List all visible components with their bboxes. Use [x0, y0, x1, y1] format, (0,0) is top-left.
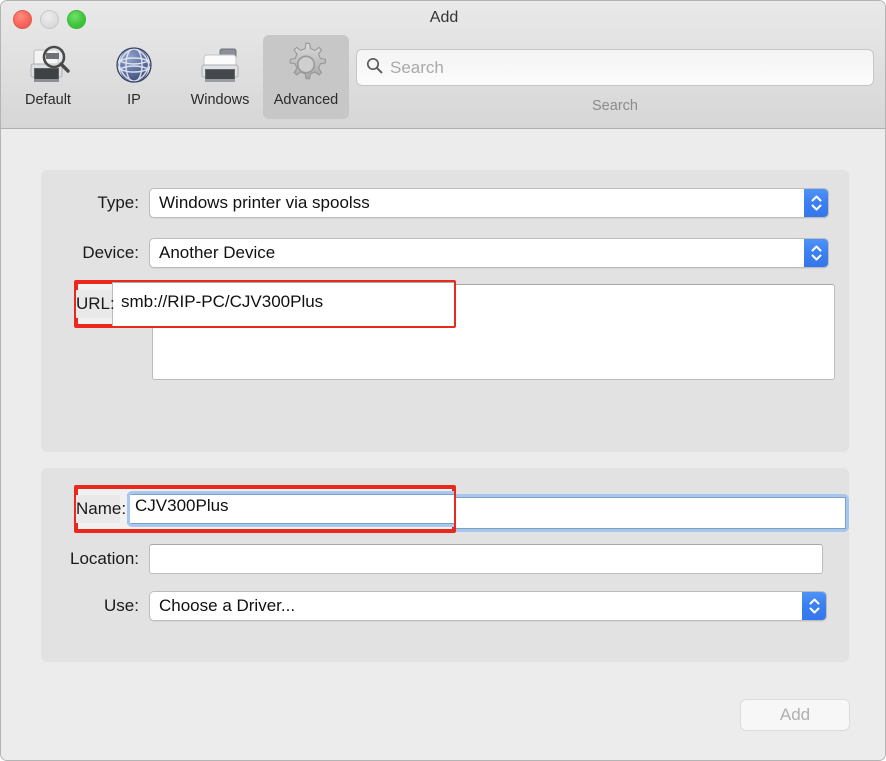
search-caption: Search [356, 98, 874, 114]
use-label: Use: [51, 596, 149, 616]
use-popup-button[interactable]: Choose a Driver... [149, 591, 827, 621]
window-titlebar: Add Default [1, 1, 886, 129]
device-stepper[interactable] [804, 239, 828, 267]
url-highlight-label: URL: [76, 290, 112, 318]
tab-windows-label: Windows [191, 93, 250, 108]
url-highlight-value: smb://RIP-PC/CJV300Plus [121, 292, 323, 312]
tab-advanced-label: Advanced [274, 93, 339, 108]
location-input[interactable] [149, 544, 823, 574]
use-row: Use: Choose a Driver... [51, 591, 827, 621]
network-globe-icon [110, 39, 158, 91]
tab-default[interactable]: Default [5, 35, 91, 119]
tab-advanced[interactable]: Advanced [263, 35, 349, 119]
type-row: Type: Windows printer via spoolss [51, 188, 829, 218]
type-popup-button[interactable]: Windows printer via spoolss [149, 188, 829, 218]
window-title: Add [1, 9, 886, 27]
tab-ip[interactable]: IP [91, 35, 177, 119]
add-button[interactable]: Add [740, 699, 850, 731]
toolbar-tabs: Default [5, 35, 349, 119]
name-highlight-value: CJV300Plus [135, 496, 229, 516]
dialog-content: Type: Windows printer via spoolss Device… [1, 130, 886, 761]
device-label: Device: [51, 243, 149, 263]
use-stepper[interactable] [802, 592, 826, 620]
search-placeholder: Search [390, 58, 444, 78]
tab-ip-label: IP [127, 93, 141, 108]
type-value: Windows printer via spoolss [150, 193, 370, 213]
tab-default-label: Default [25, 93, 71, 108]
location-row: Location: [51, 544, 823, 574]
search-field-wrapper: Search [356, 49, 874, 86]
location-label: Location: [51, 549, 149, 569]
type-stepper[interactable] [804, 189, 828, 217]
gear-icon [281, 39, 331, 91]
multifunction-printer-icon [196, 39, 244, 91]
name-highlight-label: Name: [76, 495, 120, 523]
device-row: Device: Another Device [51, 238, 829, 268]
tab-windows[interactable]: Windows [177, 35, 263, 119]
use-value: Choose a Driver... [150, 596, 295, 616]
device-value: Another Device [150, 243, 275, 263]
search-input[interactable]: Search [356, 49, 874, 86]
type-label: Type: [51, 193, 149, 213]
search-icon [366, 57, 383, 79]
printer-magnifier-icon [24, 39, 72, 91]
add-printer-window: Add Default [0, 0, 886, 761]
device-popup-button[interactable]: Another Device [149, 238, 829, 268]
